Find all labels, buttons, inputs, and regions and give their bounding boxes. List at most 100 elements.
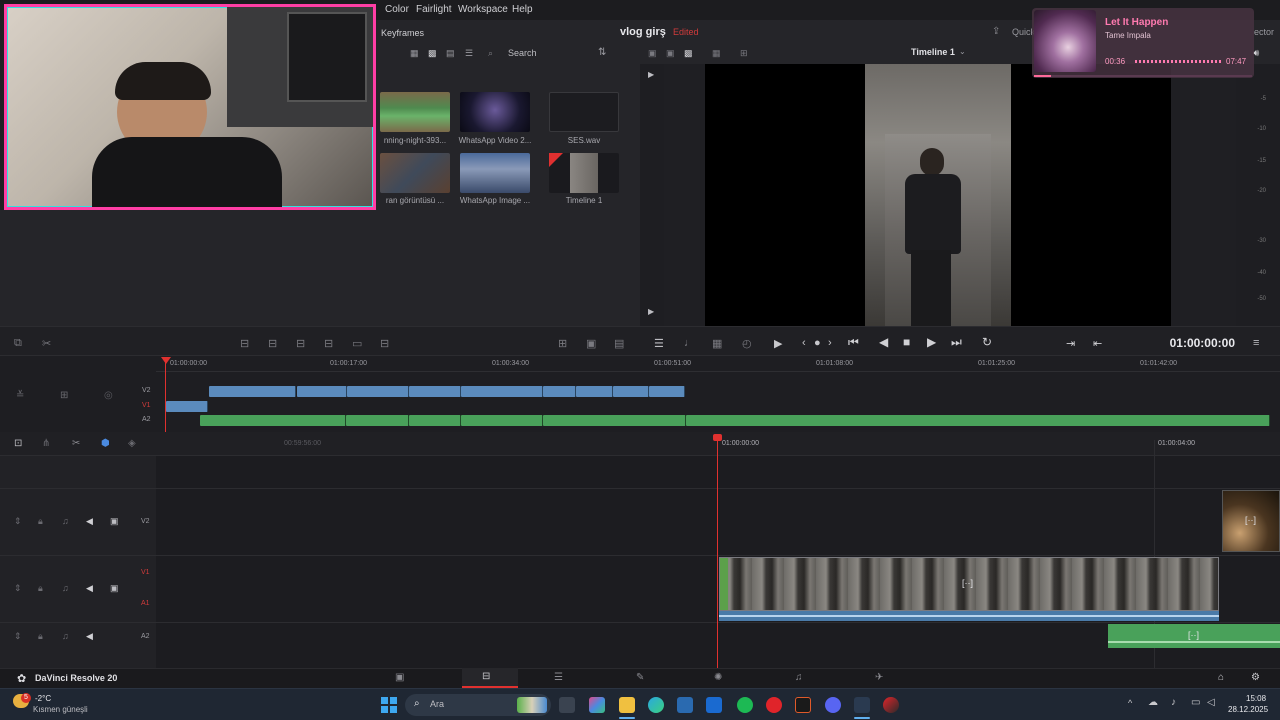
mini-clip-a2[interactable] — [200, 415, 346, 426]
expand-icon[interactable]: ▶ — [648, 70, 654, 79]
next-frame-icon[interactable]: › — [828, 337, 832, 349]
transform-icon[interactable]: ▣ — [586, 337, 596, 350]
expand-icon[interactable]: ▶ — [648, 307, 654, 316]
clip-thumbnail[interactable] — [380, 92, 450, 132]
spotify-icon[interactable] — [737, 697, 753, 713]
lock-icon[interactable]: 🔒︎ — [38, 583, 43, 594]
prev-clip-icon[interactable]: ⇥ — [1066, 337, 1075, 350]
clip-thumbnail[interactable] — [380, 153, 450, 193]
overwrite-icon[interactable]: ⊟ — [268, 337, 277, 350]
track-move-icon[interactable]: ⇕ — [14, 631, 22, 642]
layout-icon[interactable]: ▩ — [684, 48, 693, 59]
microphone-icon[interactable]: ♪ — [1171, 697, 1176, 708]
menu-help[interactable]: Help — [512, 4, 533, 15]
layout-icon[interactable]: ▦ — [712, 48, 721, 59]
store-icon[interactable] — [677, 697, 693, 713]
clock-date[interactable]: 28.12.2025 — [1228, 705, 1268, 714]
speaker-icon[interactable]: ◀︎ — [86, 631, 93, 642]
microphone-icon[interactable]: ♩ — [684, 337, 695, 349]
menu-fairlight[interactable]: Fairlight — [416, 4, 452, 15]
speaker-icon[interactable]: ◀︎ — [86, 516, 93, 527]
stop-icon[interactable]: ■ — [903, 335, 910, 349]
timeline-view-icon[interactable]: ⊡ — [14, 438, 22, 449]
crop-icon[interactable]: ▤ — [614, 337, 624, 350]
mini-clip-a2[interactable] — [346, 415, 409, 426]
list-view-icon[interactable]: ▦ — [410, 48, 419, 59]
monitor-icon[interactable]: ▣ — [110, 516, 119, 527]
zoom-icon[interactable]: ⊞ — [740, 48, 748, 59]
tray-app-icon[interactable]: ☁ — [1148, 697, 1158, 708]
v1-video-clip[interactable]: [··] — [719, 557, 1219, 611]
inspector-label[interactable]: ector — [1254, 27, 1274, 37]
search-icon[interactable]: ⌕ — [488, 48, 493, 59]
go-to-end-icon[interactable]: ⏭︎ — [951, 335, 962, 350]
viewer-timeline-name[interactable]: Timeline 1 — [911, 47, 955, 57]
next-clip-icon[interactable]: ⇤ — [1093, 337, 1102, 350]
mini-clip-v2[interactable] — [576, 386, 613, 397]
mini-clip-v1[interactable] — [166, 401, 208, 412]
mini-clip-a2[interactable] — [409, 415, 461, 426]
speed-icon[interactable]: ◴ — [742, 337, 752, 350]
track-tool-icon[interactable]: ≚ — [16, 390, 24, 401]
reverse-icon[interactable]: ◀ — [879, 335, 888, 349]
mini-clip-v2[interactable] — [409, 386, 461, 397]
share-icon[interactable]: ⇪ — [992, 26, 1000, 37]
loop-icon[interactable]: ↻ — [982, 335, 992, 349]
color-page-icon[interactable]: ✎ — [636, 672, 644, 683]
lock-icon[interactable]: 🔒︎ — [38, 631, 43, 642]
windows-start-icon[interactable] — [381, 697, 397, 713]
safe-area-icon[interactable]: ⊞ — [558, 337, 567, 350]
mini-clip-v2[interactable] — [613, 386, 649, 397]
fairlight-page-icon[interactable]: ✺ — [714, 672, 722, 683]
music-page-icon[interactable]: ♫ — [795, 672, 803, 683]
mini-clip-a2[interactable] — [461, 415, 543, 426]
go-to-start-icon[interactable]: ⏮︎ — [848, 335, 859, 350]
premiere-icon[interactable] — [795, 697, 811, 713]
deliver-page-icon[interactable]: ✈ — [875, 672, 883, 683]
strip-view-icon[interactable]: ▤ — [446, 48, 455, 59]
playhead-handle[interactable] — [713, 434, 722, 441]
now-playing-widget[interactable]: Let It Happen Tame Impala 00:36 07:47 — [1032, 8, 1254, 78]
prev-frame-icon[interactable]: ‹ — [802, 337, 806, 349]
track-tool-icon[interactable]: ⊞ — [60, 390, 68, 401]
headphones-icon[interactable]: ♫ — [62, 583, 69, 593]
append-icon[interactable]: ⊟ — [380, 337, 389, 350]
speaker-icon[interactable]: ◀︎ — [86, 583, 93, 594]
taskbar-search[interactable]: ⌕ Ara — [405, 694, 551, 716]
a2-audio-clip[interactable]: [··] — [1108, 624, 1280, 648]
discord-icon[interactable] — [825, 697, 841, 713]
play-forward-icon[interactable]: ▶ — [774, 337, 782, 350]
mini-clip-v2[interactable] — [209, 386, 296, 397]
v2-clip[interactable]: [··] — [1222, 490, 1280, 552]
mini-clip-v2[interactable] — [461, 386, 543, 397]
snapping-icon[interactable]: ⋔ — [42, 438, 50, 449]
marker-dot-icon[interactable]: ● — [814, 337, 821, 349]
davinci-task-icon[interactable] — [854, 697, 870, 713]
gear-icon[interactable]: ⚙ — [1251, 672, 1260, 683]
play-icon[interactable]: ▶ — [927, 335, 936, 349]
a1-audio-clip[interactable] — [719, 611, 1219, 621]
waveform-progress[interactable] — [1135, 60, 1221, 63]
grid-view-icon[interactable]: ▩ — [428, 48, 437, 59]
keyframes-tab[interactable]: Keyframes — [381, 28, 424, 38]
track-move-icon[interactable]: ⇕ — [14, 516, 22, 527]
mini-clip-a2[interactable] — [543, 415, 686, 426]
mini-clip-a2[interactable] — [686, 415, 1270, 426]
audio-clip-thumbnail[interactable] — [549, 92, 619, 132]
mini-clip-v2[interactable] — [347, 386, 409, 397]
edit-page-tab[interactable]: ⊟ — [462, 668, 518, 688]
fusion-page-icon[interactable]: ☰ — [554, 672, 563, 683]
outlook-icon[interactable] — [706, 697, 722, 713]
chevron-up-icon[interactable]: ^ — [1128, 698, 1132, 708]
options-icon[interactable]: ≡ — [1253, 337, 1259, 349]
replace-icon[interactable]: ⊟ — [296, 337, 305, 350]
headphones-icon[interactable]: ♫ — [62, 516, 69, 526]
blade-icon[interactable]: ✂︎ — [42, 337, 51, 350]
zoom-fit-icon[interactable]: ◈ — [128, 438, 136, 449]
clip-thumbnail[interactable] — [460, 92, 530, 132]
copilot-icon[interactable] — [589, 697, 605, 713]
layout-icon[interactable]: ▣ — [666, 48, 675, 59]
headphones-icon[interactable]: ♫ — [62, 631, 69, 641]
timeline-thumbnail[interactable] — [549, 153, 619, 193]
detail-view-icon[interactable]: ☰ — [465, 48, 473, 59]
